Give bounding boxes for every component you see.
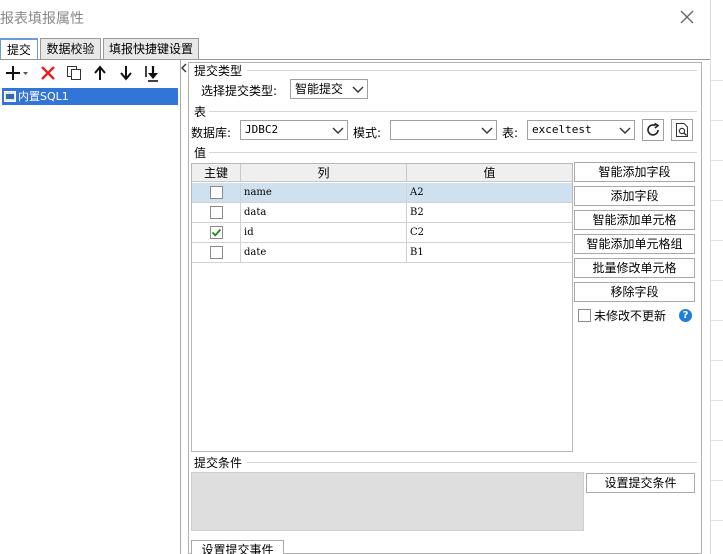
panel-scroll-arrow-icon[interactable] xyxy=(180,62,188,74)
separator xyxy=(247,70,697,71)
database-icon xyxy=(4,91,16,102)
column-cell: date xyxy=(241,243,407,263)
refresh-button[interactable] xyxy=(642,119,664,141)
list-toolbar xyxy=(0,60,181,86)
set-submit-event-button[interactable]: 设置提交事件 xyxy=(191,540,284,554)
value-cell: C2 xyxy=(410,227,425,238)
separator xyxy=(209,152,697,153)
key-cell xyxy=(192,183,241,203)
key-cell xyxy=(192,203,241,223)
submit-condition-display xyxy=(191,472,584,531)
table-row[interactable]: date B1 xyxy=(192,243,572,263)
set-submit-condition-button[interactable]: 设置提交条件 xyxy=(586,473,695,493)
delete-button[interactable] xyxy=(38,63,58,83)
close-button[interactable] xyxy=(676,6,698,28)
submit-condition-section-label: 提交条件 xyxy=(194,456,243,470)
column-cell: data xyxy=(241,203,407,223)
column-cell: id xyxy=(241,223,407,243)
submit-type-section-label: 提交类型 xyxy=(194,64,243,78)
delete-icon xyxy=(41,66,55,80)
no-update-unchanged-checkbox[interactable] xyxy=(578,309,591,322)
key-checkbox[interactable] xyxy=(210,206,223,219)
field-mapping-table: 主键 列 值 name A2 data B2 id C2 date B1 xyxy=(191,163,573,452)
smart-add-fields-button[interactable]: 智能添加字段 xyxy=(574,162,695,182)
checkmark-icon xyxy=(211,228,222,237)
key-checkbox[interactable] xyxy=(210,186,223,199)
column-cell: name xyxy=(241,183,407,203)
table-value: exceltest xyxy=(532,123,592,136)
tab-shortcut-settings[interactable]: 填报快捷键设置 xyxy=(103,38,199,60)
column-header-value: 值 xyxy=(483,166,496,180)
column-header-column: 列 xyxy=(241,164,407,182)
table-row[interactable]: name A2 xyxy=(192,183,572,203)
title-bar: 报表填报属性 xyxy=(0,0,710,34)
copy-button[interactable] xyxy=(64,63,84,83)
column-header-key: 主键 xyxy=(192,164,241,182)
separator xyxy=(209,111,697,112)
table-select[interactable]: exceltest xyxy=(527,120,635,140)
submit-settings-panel: 提交类型 选择提交类型: 智能提交 表 数据库: JDBC2 模式: 表: ex… xyxy=(188,62,702,554)
remove-field-button[interactable]: 移除字段 xyxy=(574,282,695,302)
separator xyxy=(247,462,697,463)
background-sheet-strip xyxy=(710,0,723,554)
key-cell xyxy=(192,243,241,263)
table-row[interactable]: id C2 xyxy=(192,223,572,243)
arrow-down-icon xyxy=(120,66,132,81)
smart-add-cell-group-button[interactable]: 智能添加单元格组 xyxy=(574,234,695,254)
database-label: 数据库: xyxy=(191,126,232,140)
close-icon xyxy=(680,10,694,24)
value-cell: B1 xyxy=(410,247,424,258)
window-title: 报表填报属性 xyxy=(0,11,84,27)
tab-submit[interactable]: 提交 xyxy=(0,38,38,61)
preview-icon xyxy=(676,123,688,137)
move-down-button[interactable] xyxy=(116,63,136,83)
arrow-up-icon xyxy=(94,65,106,80)
chevron-down-icon xyxy=(481,127,493,134)
key-checkbox[interactable] xyxy=(210,246,223,259)
add-icon xyxy=(6,66,28,80)
table-section-label: 表 xyxy=(194,105,207,119)
help-icon[interactable]: ? xyxy=(679,309,692,322)
chevron-down-icon xyxy=(619,127,631,134)
table-label: 表: xyxy=(502,126,519,140)
submit-type-value: 智能提交 xyxy=(295,82,344,96)
move-up-button[interactable] xyxy=(90,63,110,83)
sql-list-item-label: 内置SQL1 xyxy=(18,90,69,103)
refresh-icon xyxy=(647,122,660,136)
move-bottom-icon xyxy=(145,66,158,82)
preview-table-button[interactable] xyxy=(671,119,693,141)
table-header: 主键 列 值 xyxy=(192,164,572,182)
value-cell: A2 xyxy=(410,187,424,198)
table-row[interactable]: data B2 xyxy=(192,203,572,223)
schema-select[interactable] xyxy=(390,120,497,140)
key-checkbox[interactable] xyxy=(210,226,223,239)
database-value: JDBC2 xyxy=(245,123,279,136)
database-select[interactable]: JDBC2 xyxy=(240,120,348,140)
tab-data-validation[interactable]: 数据校验 xyxy=(40,38,101,60)
values-section-label: 值 xyxy=(194,146,207,160)
add-field-button[interactable]: 添加字段 xyxy=(574,186,695,206)
submit-type-label: 选择提交类型: xyxy=(201,84,278,98)
sql-list-panel: 内置SQL1 xyxy=(0,60,181,554)
chevron-down-icon xyxy=(352,86,364,93)
sql-list-item[interactable]: 内置SQL1 xyxy=(2,88,178,105)
batch-edit-cells-button[interactable]: 批量修改单元格 xyxy=(574,258,695,278)
key-cell xyxy=(192,223,241,243)
submit-type-select[interactable]: 智能提交 xyxy=(290,79,368,99)
schema-label: 模式: xyxy=(353,126,382,140)
add-button[interactable] xyxy=(4,63,30,83)
value-cell: B2 xyxy=(410,207,424,218)
no-update-unchanged-label: 未修改不更新 xyxy=(594,309,667,323)
move-bottom-button[interactable] xyxy=(142,63,162,83)
copy-icon xyxy=(67,66,81,80)
chevron-down-icon xyxy=(332,127,344,134)
smart-add-cell-button[interactable]: 智能添加单元格 xyxy=(574,210,695,230)
